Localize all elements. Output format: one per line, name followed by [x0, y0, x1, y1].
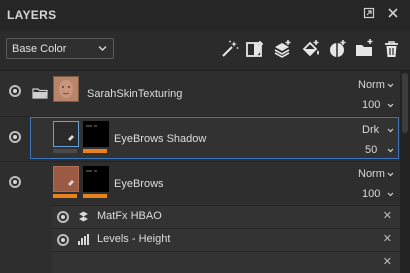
folder-icon: [32, 86, 48, 104]
effect-row-partial: ✕: [52, 251, 400, 273]
trash-icon[interactable]: [381, 38, 403, 60]
visibility-eye-icon[interactable]: [9, 176, 21, 188]
effect-name: Levels - Height: [97, 233, 171, 245]
chevron-down-icon[interactable]: [387, 127, 394, 134]
magic-wand-icon[interactable]: [219, 38, 241, 60]
layer-list-scrollbar[interactable]: [400, 71, 410, 273]
mask-thumbnail: [83, 121, 109, 147]
layer-name: EyeBrows: [114, 178, 164, 190]
layers-toolbar: Base Color: [0, 30, 410, 71]
add-layer-icon[interactable]: [272, 38, 294, 60]
blend-mode-value[interactable]: Drk: [362, 124, 379, 136]
layer-list: SarahSkinTexturing Norm 100 EyeBrows Sha…: [0, 71, 400, 273]
layer-row-selected[interactable]: EyeBrows Shadow Drk 50: [0, 117, 400, 161]
remove-effect-close-icon[interactable]: ✕: [383, 255, 392, 268]
expand-icon[interactable]: [362, 7, 376, 21]
mask-thumbnail: [83, 166, 109, 192]
chevron-down-icon[interactable]: [387, 147, 394, 154]
layer-row[interactable]: EyeBrows Norm 100: [0, 162, 400, 205]
panel-title: LAYERS: [7, 8, 57, 22]
chevron-down-icon[interactable]: [387, 82, 394, 89]
chevron-down-icon[interactable]: [387, 191, 394, 198]
remove-effect-close-icon[interactable]: ✕: [383, 232, 392, 245]
opacity-value[interactable]: 100: [362, 99, 380, 111]
mask-active-bar: [83, 194, 107, 198]
chevron-down-icon[interactable]: [387, 171, 394, 178]
layer-active-bar: [53, 194, 77, 198]
channel-dropdown-value: Base Color: [12, 43, 67, 55]
channel-dropdown[interactable]: Base Color: [6, 38, 114, 59]
visibility-eye-icon[interactable]: [9, 131, 21, 143]
scrollbar-thumb[interactable]: [402, 73, 408, 133]
add-effect-icon[interactable]: [327, 38, 349, 60]
fill-layer-icon[interactable]: [300, 38, 322, 60]
chevron-down-icon[interactable]: [387, 102, 394, 109]
layer-thumbnail: [53, 121, 79, 147]
new-folder-icon[interactable]: [354, 38, 376, 60]
visibility-eye-icon[interactable]: [57, 211, 69, 223]
layer-row-folder[interactable]: SarahSkinTexturing Norm 100: [0, 71, 400, 116]
close-icon[interactable]: [386, 7, 400, 21]
opacity-value[interactable]: 50: [365, 144, 377, 156]
layer-name: EyeBrows Shadow: [114, 133, 207, 145]
layer-name: SarahSkinTexturing: [87, 88, 183, 100]
effect-row[interactable]: Levels - Height ✕: [52, 228, 400, 251]
substance-icon: [77, 210, 90, 228]
blend-mode-value[interactable]: Norm: [358, 168, 385, 180]
effect-row[interactable]: MatFx HBAO ✕: [52, 205, 400, 228]
mask-active-bar: [83, 149, 107, 153]
levels-icon: [77, 233, 90, 251]
mask-indicator: [53, 149, 77, 153]
visibility-eye-icon[interactable]: [57, 234, 69, 246]
effect-name: MatFx HBAO: [97, 210, 162, 222]
panel-titlebar: LAYERS: [0, 0, 410, 30]
remove-effect-close-icon[interactable]: ✕: [383, 209, 392, 222]
opacity-value[interactable]: 100: [362, 188, 380, 200]
layer-thumbnail: [53, 76, 79, 102]
chevron-down-icon: [98, 46, 107, 51]
layers-panel: LAYERS Base Color SarahSkinTexturing Nor…: [0, 0, 410, 273]
add-mask-icon[interactable]: [244, 38, 266, 60]
visibility-eye-icon[interactable]: [9, 85, 21, 97]
layer-thumbnail: [53, 166, 79, 192]
blend-mode-value[interactable]: Norm: [358, 79, 385, 91]
